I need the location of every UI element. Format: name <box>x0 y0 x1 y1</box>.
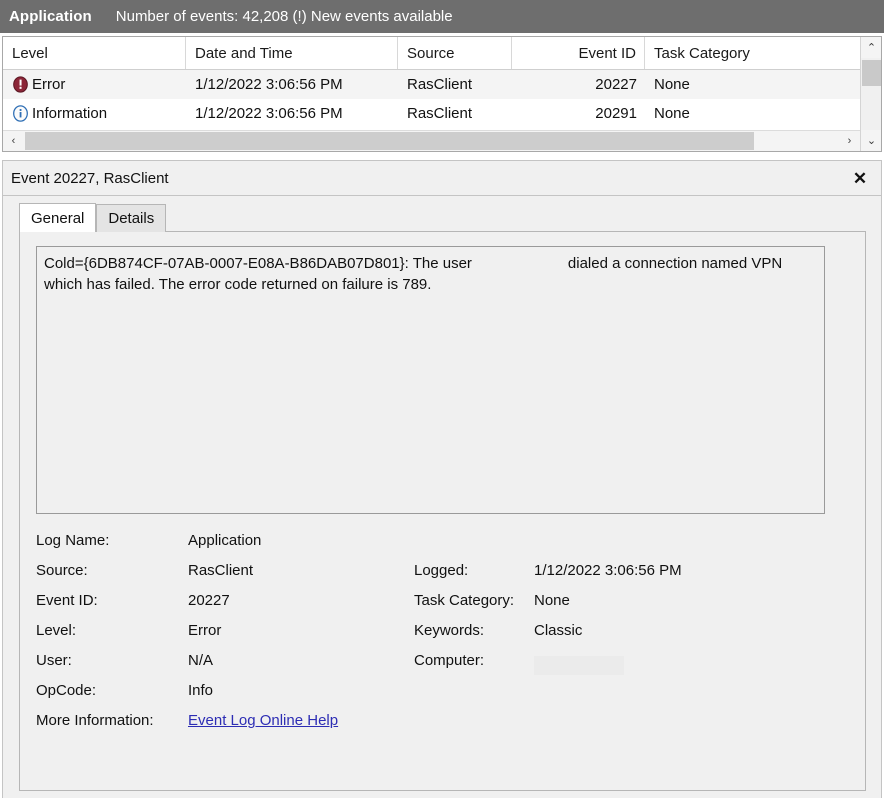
field-label-opcode: OpCode: <box>36 682 96 699</box>
cell-task-category: None <box>645 99 860 128</box>
column-header-task-category[interactable]: Task Category <box>645 37 860 69</box>
field-value-opcode: Info <box>188 682 213 699</box>
cell-event-id: 20227 <box>512 70 645 99</box>
field-label-event-id: Event ID: <box>36 592 98 609</box>
field-value-user: N/A <box>188 652 213 669</box>
log-status-bar: Application Number of events: 42,208 (!)… <box>0 0 884 33</box>
field-row-log-name: Log Name: Application <box>20 532 867 562</box>
log-name-label: Application <box>9 8 92 25</box>
cell-level-text: Error <box>32 76 65 93</box>
field-row-more-information: More Information: Event Log Online Help <box>20 712 867 742</box>
cell-event-id: 20291 <box>512 99 645 128</box>
cell-level: Error <box>3 70 186 99</box>
event-message-part1: Cold={6DB874CF-07AB-0007-E08A-B86DAB07D8… <box>44 255 472 272</box>
cell-level-text: Information <box>32 105 107 122</box>
field-value-event-id: 20227 <box>188 592 230 609</box>
column-header-source[interactable]: Source <box>398 37 512 69</box>
cell-task-category: None <box>645 70 860 99</box>
table-row[interactable]: Error 1/12/2022 3:06:56 PM RasClient 202… <box>3 70 860 99</box>
table-row[interactable]: Information 1/12/2022 3:06:56 PM RasClie… <box>3 99 860 128</box>
field-value-keywords: Classic <box>534 622 582 639</box>
vertical-scrollbar-thumb[interactable] <box>862 60 881 86</box>
field-row-opcode: OpCode: Info <box>20 682 867 712</box>
field-label-logged: Logged: <box>414 562 468 579</box>
tab-general[interactable]: General <box>19 203 96 232</box>
field-label-log-name: Log Name: <box>36 532 109 549</box>
field-label-user: User: <box>36 652 72 669</box>
field-value-task-category: None <box>534 592 570 609</box>
field-value-source: RasClient <box>188 562 253 579</box>
event-list-header-row: Level Date and Time Source Event ID Task… <box>3 37 860 70</box>
horizontal-scrollbar[interactable]: ‹ › <box>3 130 860 151</box>
close-icon[interactable]: ✕ <box>849 167 871 189</box>
field-row-source: Source: RasClient Logged: 1/12/2022 3:06… <box>20 562 867 592</box>
field-value-level: Error <box>188 622 221 639</box>
event-message-box[interactable]: Cold={6DB874CF-07AB-0007-E08A-B86DAB07D8… <box>36 246 825 514</box>
field-label-source: Source: <box>36 562 88 579</box>
cell-date-time: 1/12/2022 3:06:56 PM <box>186 99 398 128</box>
cell-date-time: 1/12/2022 3:06:56 PM <box>186 70 398 99</box>
field-label-computer: Computer: <box>414 652 484 669</box>
redacted-computer-name <box>534 656 624 675</box>
event-field-grid: Log Name: Application Source: RasClient … <box>20 532 867 742</box>
column-header-level[interactable]: Level <box>3 37 186 69</box>
field-row-level: Level: Error Keywords: Classic <box>20 622 867 652</box>
column-header-event-id[interactable]: Event ID <box>512 37 645 69</box>
error-icon <box>12 76 29 93</box>
cell-level: Information <box>3 99 186 128</box>
field-value-log-name: Application <box>188 532 261 549</box>
event-list-pane[interactable]: Level Date and Time Source Event ID Task… <box>2 36 882 152</box>
horizontal-scrollbar-thumb[interactable] <box>25 132 754 150</box>
field-label-level: Level: <box>36 622 76 639</box>
scroll-up-icon[interactable]: ⌃ <box>861 37 882 58</box>
cell-source: RasClient <box>398 70 512 99</box>
scroll-down-icon[interactable]: ⌄ <box>861 130 882 151</box>
field-row-user: User: N/A Computer: <box>20 652 867 682</box>
field-value-logged: 1/12/2022 3:06:56 PM <box>534 562 682 579</box>
detail-title-bar: Event 20227, RasClient ✕ <box>3 161 881 196</box>
detail-tab-strip: General Details <box>19 204 166 232</box>
events-count-status: Number of events: 42,208 (!) New events … <box>116 8 453 25</box>
cell-source: RasClient <box>398 99 512 128</box>
field-row-event-id: Event ID: 20227 Task Category: None <box>20 592 867 622</box>
event-detail-pane: Event 20227, RasClient ✕ General Details… <box>2 160 882 798</box>
scroll-left-icon[interactable]: ‹ <box>3 131 24 151</box>
field-label-keywords: Keywords: <box>414 622 484 639</box>
tab-details[interactable]: Details <box>96 204 166 232</box>
event-message-text: Cold={6DB874CF-07AB-0007-E08A-B86DAB07D8… <box>44 253 817 295</box>
field-label-more-information: More Information: <box>36 712 154 729</box>
tab-panel-general: Cold={6DB874CF-07AB-0007-E08A-B86DAB07D8… <box>19 231 866 791</box>
page-title: Event 20227, RasClient <box>11 170 169 187</box>
information-icon <box>12 105 29 122</box>
event-log-online-help-link[interactable]: Event Log Online Help <box>188 712 338 729</box>
vertical-scrollbar[interactable]: ⌃ ⌄ <box>860 37 881 151</box>
event-list-inner: Level Date and Time Source Event ID Task… <box>3 37 860 151</box>
scroll-right-icon[interactable]: › <box>839 131 860 151</box>
column-header-date-and-time[interactable]: Date and Time <box>186 37 398 69</box>
field-label-task-category: Task Category: <box>414 592 514 609</box>
